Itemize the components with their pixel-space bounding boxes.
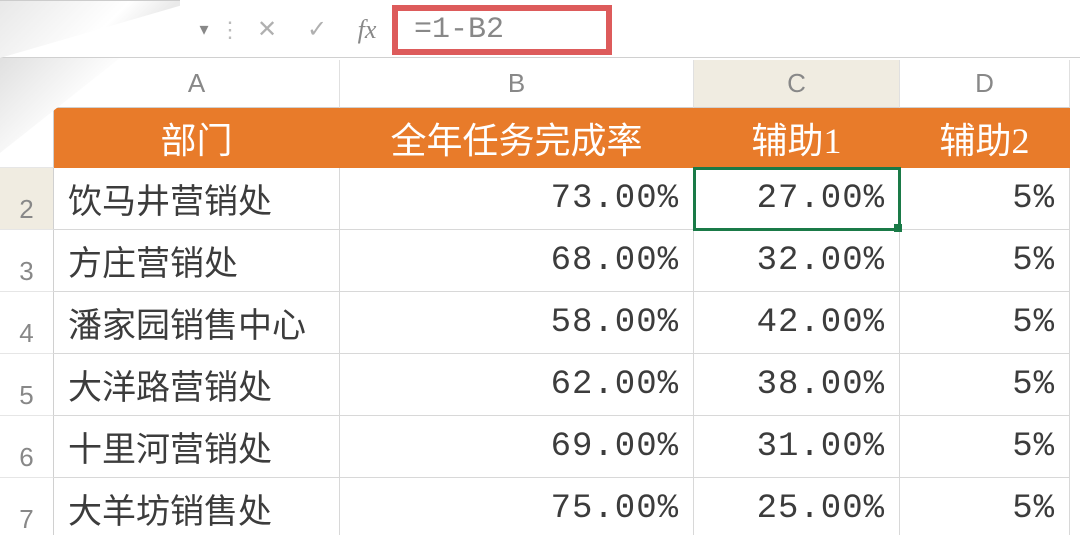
cell-B7[interactable]: 75.00% [340, 478, 694, 535]
row-number[interactable]: 5 [0, 354, 54, 416]
cell-B3[interactable]: 68.00% [340, 230, 694, 292]
row-number[interactable]: 6 [0, 416, 54, 478]
cell-A2[interactable]: 饮马井营销处 [54, 168, 340, 230]
cell-D2[interactable]: 5% [900, 168, 1070, 230]
cell-B2[interactable]: 73.00% [340, 168, 694, 230]
cell-C7[interactable]: 25.00% [694, 478, 900, 535]
vertical-dots-icon: ⋮ [218, 17, 242, 43]
cell-D4[interactable]: 5% [900, 292, 1070, 354]
cell-B5[interactable]: 62.00% [340, 354, 694, 416]
row-number[interactable]: 2 [0, 168, 54, 230]
spreadsheet: A B C D 部门 全年任务完成率 辅助1 辅助2 2 饮马井营销处 73.0… [0, 60, 1070, 529]
cell-C2[interactable]: 27.00% [694, 168, 900, 230]
table-header-row: 部门 全年任务完成率 辅助1 辅助2 [0, 108, 1070, 168]
cell-A5[interactable]: 大洋路营销处 [54, 354, 340, 416]
select-all-corner[interactable] [0, 60, 54, 108]
row-number[interactable] [0, 108, 54, 168]
row-number[interactable]: 4 [0, 292, 54, 354]
cell-D7[interactable]: 5% [900, 478, 1070, 535]
column-header-B[interactable]: B [340, 60, 694, 108]
table-row: 7 大羊坊销售处 75.00% 25.00% 5% [0, 478, 1070, 535]
header-cell-aux1[interactable]: 辅助1 [694, 108, 900, 168]
cell-A4[interactable]: 潘家园销售中心 [54, 292, 340, 354]
name-box-dropdown-icon[interactable]: ▾ [190, 19, 218, 40]
formula-bar: ▾ ⋮ ✕ ✓ fx =1-B2 [0, 2, 1080, 58]
fx-icon[interactable]: fx [342, 15, 392, 45]
cell-C4[interactable]: 42.00% [694, 292, 900, 354]
cell-D6[interactable]: 5% [900, 416, 1070, 478]
formula-input[interactable]: =1-B2 [414, 13, 504, 47]
column-header-C[interactable]: C [694, 60, 900, 108]
column-header-A[interactable]: A [54, 60, 340, 108]
table-row: 3 方庄营销处 68.00% 32.00% 5% [0, 230, 1070, 292]
header-cell-rate[interactable]: 全年任务完成率 [340, 108, 694, 168]
column-header-row: A B C D [0, 60, 1070, 108]
table-row: 5 大洋路营销处 62.00% 38.00% 5% [0, 354, 1070, 416]
header-cell-dept[interactable]: 部门 [54, 108, 340, 168]
cell-C6[interactable]: 31.00% [694, 416, 900, 478]
table-row: 2 饮马井营销处 73.00% 27.00% 5% [0, 168, 1070, 230]
cell-A3[interactable]: 方庄营销处 [54, 230, 340, 292]
formula-highlight: =1-B2 [392, 5, 612, 55]
table-body: 部门 全年任务完成率 辅助1 辅助2 2 饮马井营销处 73.00% 27.00… [0, 108, 1070, 535]
cell-B6[interactable]: 69.00% [340, 416, 694, 478]
cell-D5[interactable]: 5% [900, 354, 1070, 416]
table-row: 6 十里河营销处 69.00% 31.00% 5% [0, 416, 1070, 478]
column-header-D[interactable]: D [900, 60, 1070, 108]
cell-C3[interactable]: 32.00% [694, 230, 900, 292]
table-row: 4 潘家园销售中心 58.00% 42.00% 5% [0, 292, 1070, 354]
row-number[interactable]: 3 [0, 230, 54, 292]
cell-B4[interactable]: 58.00% [340, 292, 694, 354]
cell-A6[interactable]: 十里河营销处 [54, 416, 340, 478]
accept-formula-button[interactable]: ✓ [292, 15, 342, 44]
cell-A7[interactable]: 大羊坊销售处 [54, 478, 340, 535]
cell-D3[interactable]: 5% [900, 230, 1070, 292]
cancel-formula-button[interactable]: ✕ [242, 15, 292, 44]
row-number[interactable]: 7 [0, 478, 54, 535]
header-cell-aux2[interactable]: 辅助2 [900, 108, 1070, 168]
cell-C5[interactable]: 38.00% [694, 354, 900, 416]
